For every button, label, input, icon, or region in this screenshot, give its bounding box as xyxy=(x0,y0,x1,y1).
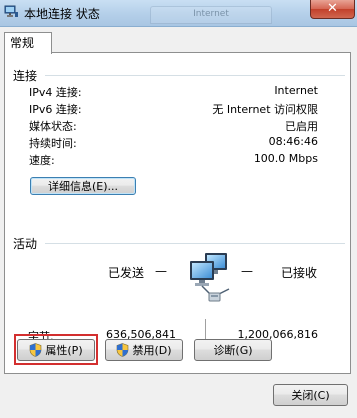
duration-value: 08:46:46 xyxy=(268,135,318,148)
properties-highlight-box xyxy=(14,334,98,365)
uac-shield-icon xyxy=(117,343,129,357)
window-title: 本地连接 状态 xyxy=(24,7,100,21)
close-button[interactable]: 关闭(C) xyxy=(273,384,348,406)
ipv6-label: IPv6 连接: xyxy=(29,103,82,116)
diagnose-button[interactable]: 诊断(G) xyxy=(194,339,272,361)
connection-section-title: 连接 xyxy=(13,69,38,83)
received-label: 已接收 xyxy=(281,266,318,280)
activity-section-title: 活动 xyxy=(13,237,38,251)
background-window-tab: Internet xyxy=(150,6,272,24)
network-icon xyxy=(4,5,18,17)
title-bar: 本地连接 状态 Internet ✕ xyxy=(0,0,357,27)
sent-label: 已发送 xyxy=(108,266,145,280)
window-close-button[interactable]: ✕ xyxy=(310,0,355,19)
network-computers-icon xyxy=(190,253,230,302)
details-button[interactable]: 详细信息(E)... xyxy=(30,177,136,195)
disable-button[interactable]: 禁用(D) xyxy=(105,339,183,361)
sent-dash: — xyxy=(155,264,167,278)
duration-label: 持续时间: xyxy=(29,137,77,150)
speed-value: 100.0 Mbps xyxy=(253,152,318,165)
ipv6-value: 无 Internet 访问权限 xyxy=(212,103,318,116)
connection-divider xyxy=(45,75,345,76)
tab-general[interactable]: 常规 xyxy=(4,32,52,54)
general-panel: 连接 IPv4 连接: Internet IPv6 连接: 无 Internet… xyxy=(4,52,351,374)
media-state-label: 媒体状态: xyxy=(29,120,77,133)
ipv4-label: IPv4 连接: xyxy=(29,86,82,99)
activity-divider xyxy=(45,243,345,244)
speed-label: 速度: xyxy=(29,154,55,167)
media-state-value: 已启用 xyxy=(285,120,318,133)
ipv4-value: Internet xyxy=(274,84,318,97)
disable-button-label: 禁用(D) xyxy=(132,344,172,357)
